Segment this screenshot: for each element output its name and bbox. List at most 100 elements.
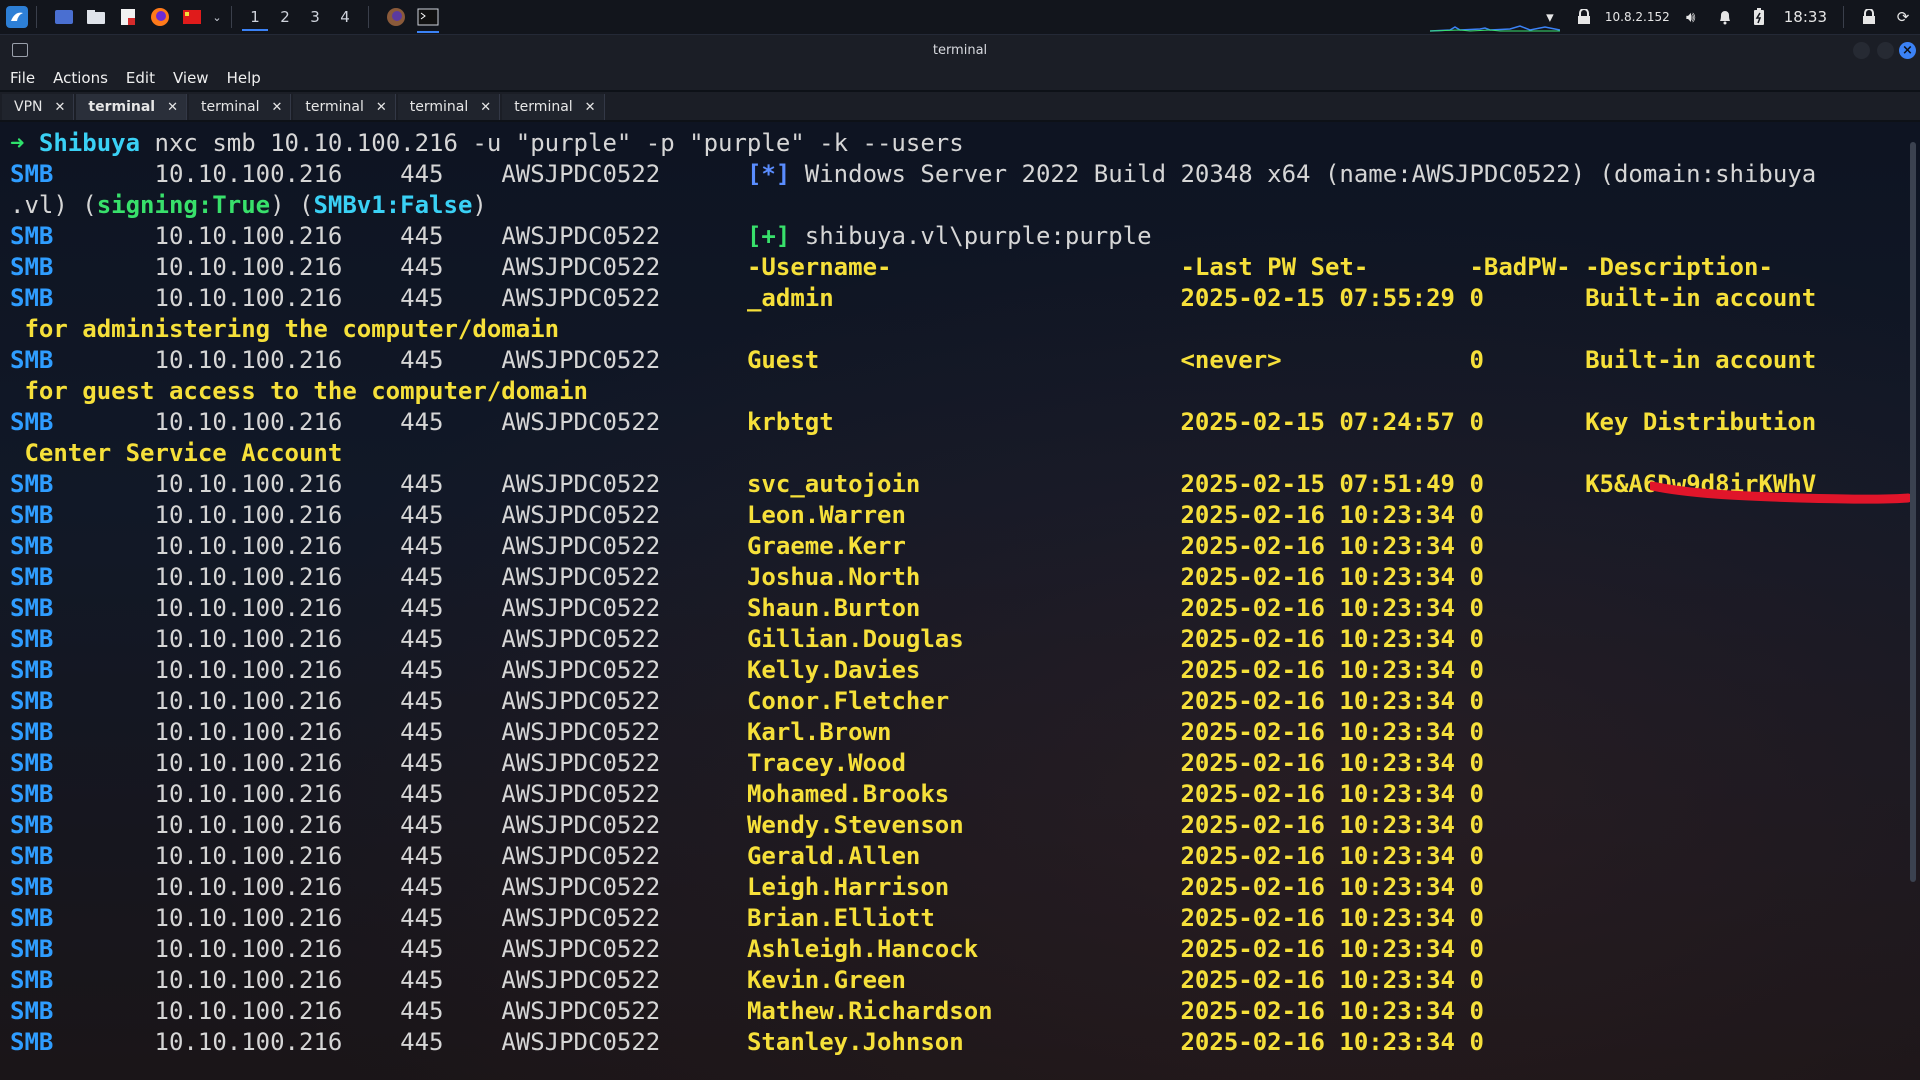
target-ip: 10.10.100.216 xyxy=(154,532,343,560)
target-ip: 10.10.100.216 xyxy=(154,563,343,591)
smb-tag: SMB xyxy=(10,935,54,963)
vpn-ip-label: 10.8.2.152 xyxy=(1604,10,1670,24)
menu-file[interactable]: File xyxy=(2,69,43,87)
flag-app-icon[interactable] xyxy=(179,4,205,30)
description: Key Distribution xyxy=(1585,408,1817,436)
target-ip: 10.10.100.216 xyxy=(154,594,343,622)
tab-5[interactable]: terminal ✕ xyxy=(502,94,605,120)
tab-label: terminal xyxy=(201,99,260,115)
target-port: 445 xyxy=(400,408,444,436)
terminal-view[interactable]: ➜ Shibuya nxc smb 10.10.100.216 -u "purp… xyxy=(0,122,1920,1080)
command-text: nxc smb 10.10.100.216 -u "purple" -p "pu… xyxy=(154,129,964,157)
vpn-lock-icon[interactable] xyxy=(1571,4,1597,30)
power-icon[interactable]: ⟳ xyxy=(1890,4,1916,30)
firefox-task-icon[interactable] xyxy=(383,4,409,30)
smb-tag: SMB xyxy=(10,625,54,653)
terminal-task-icon[interactable] xyxy=(415,4,441,33)
tab-label: terminal xyxy=(305,99,364,115)
wifi-icon[interactable]: ▾ xyxy=(1537,4,1563,30)
target-host: AWSJPDC0522 xyxy=(501,749,661,777)
maximize-button[interactable] xyxy=(1877,42,1894,59)
target-ip: 10.10.100.216 xyxy=(154,780,343,808)
tab-close-icon[interactable]: ✕ xyxy=(480,100,491,115)
chevron-down-icon[interactable]: ⌄ xyxy=(211,4,223,30)
last-pw-set: 2025-02-16 10:23:34 xyxy=(1180,749,1456,777)
show-desktop-icon[interactable] xyxy=(51,4,77,30)
bad-pw-count: 0 xyxy=(1469,563,1484,591)
battery-icon[interactable] xyxy=(1746,4,1772,30)
tab-1[interactable]: terminal ✕ xyxy=(76,94,188,120)
app-menu-icon[interactable] xyxy=(6,6,28,28)
workspace-3[interactable]: 3 xyxy=(300,2,330,32)
terminal-scrollbar[interactable] xyxy=(1910,142,1916,882)
menu-view[interactable]: View xyxy=(165,69,217,87)
target-host: AWSJPDC0522 xyxy=(501,718,661,746)
tab-close-icon[interactable]: ✕ xyxy=(55,100,66,115)
tab-close-icon[interactable]: ✕ xyxy=(167,100,178,115)
user-row: SMB 10.10.100.216 445 AWSJPDC0522 Mohame… xyxy=(10,779,1900,810)
clock[interactable]: 18:33 xyxy=(1784,8,1827,26)
tab-4[interactable]: terminal ✕ xyxy=(397,94,501,120)
volume-icon[interactable]: 🔊︎ xyxy=(1678,4,1704,30)
window-titlebar[interactable]: terminal × xyxy=(0,35,1920,65)
menu-help[interactable]: Help xyxy=(219,69,269,87)
last-pw-set: 2025-02-16 10:23:34 xyxy=(1180,997,1455,1025)
workspace-1[interactable]: 1 xyxy=(240,2,270,32)
tab-3[interactable]: terminal ✕ xyxy=(293,94,396,120)
user-row: SMB 10.10.100.216 445 AWSJPDC0522 Gillia… xyxy=(10,624,1900,655)
close-button[interactable]: × xyxy=(1899,42,1916,59)
window-menu-icon[interactable] xyxy=(12,43,28,57)
target-host: AWSJPDC0522 xyxy=(501,780,661,808)
file-manager-icon[interactable] xyxy=(83,4,109,30)
tab-close-icon[interactable]: ✕ xyxy=(272,100,283,115)
header-username: -Username- xyxy=(746,253,892,281)
auth-marker: [+] xyxy=(746,222,791,250)
workspace-2[interactable]: 2 xyxy=(270,2,300,32)
tab-close-icon[interactable]: ✕ xyxy=(585,100,596,115)
tab-2[interactable]: terminal ✕ xyxy=(189,94,292,120)
notification-bell-icon[interactable] xyxy=(1712,4,1738,30)
user-row: SMB 10.10.100.216 445 AWSJPDC0522 Karl.B… xyxy=(10,717,1900,748)
user-row: SMB 10.10.100.216 445 AWSJPDC0522 Ashlei… xyxy=(10,934,1900,965)
smb-tag: SMB xyxy=(10,811,54,839)
user-row: SMB 10.10.100.216 445 AWSJPDC0522 Guest … xyxy=(10,345,1900,376)
tab-0[interactable]: VPN ✕ xyxy=(2,94,75,120)
target-port: 445 xyxy=(400,284,444,312)
menu-actions[interactable]: Actions xyxy=(45,69,116,87)
header-lastpw: -Last PW Set- xyxy=(1180,253,1369,281)
user-row: SMB 10.10.100.216 445 AWSJPDC0522 Kelly.… xyxy=(10,655,1900,686)
bad-pw-count: 0 xyxy=(1469,1028,1484,1056)
workspace-4[interactable]: 4 xyxy=(330,2,360,32)
description: Built-in account xyxy=(1585,346,1817,374)
menu-edit[interactable]: Edit xyxy=(118,69,163,87)
username: _admin xyxy=(746,284,834,312)
text-editor-icon[interactable] xyxy=(115,4,141,30)
target-host: AWSJPDC0522 xyxy=(501,253,661,281)
target-ip: 10.10.100.216 xyxy=(154,811,343,839)
user-row: SMB 10.10.100.216 445 AWSJPDC0522 Brian.… xyxy=(10,903,1900,934)
firefox-icon[interactable] xyxy=(147,4,173,30)
minimize-button[interactable] xyxy=(1853,42,1870,59)
lock-screen-icon[interactable] xyxy=(1856,4,1882,30)
tab-close-icon[interactable]: ✕ xyxy=(376,100,387,115)
